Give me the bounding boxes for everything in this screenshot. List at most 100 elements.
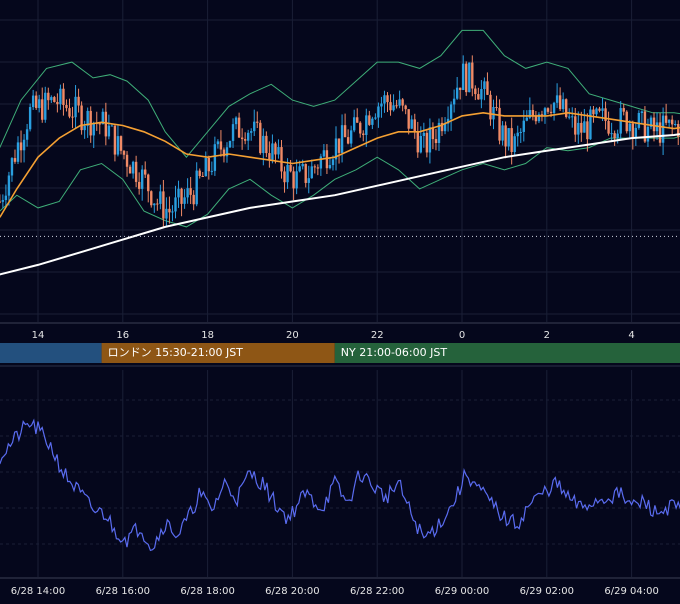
candle bbox=[189, 188, 192, 195]
candle bbox=[356, 117, 359, 123]
candle bbox=[210, 170, 214, 172]
candle bbox=[116, 136, 120, 155]
candle bbox=[474, 88, 477, 95]
candle bbox=[7, 175, 11, 196]
candle bbox=[395, 105, 398, 107]
candle bbox=[631, 123, 635, 138]
price-x-tick-label: 18 bbox=[201, 330, 214, 341]
candle bbox=[504, 125, 507, 147]
candle bbox=[140, 169, 144, 189]
candle bbox=[592, 109, 595, 115]
candle bbox=[41, 99, 44, 120]
candle bbox=[628, 123, 631, 132]
candle bbox=[634, 127, 638, 138]
candle bbox=[128, 166, 132, 174]
candle bbox=[256, 121, 259, 123]
candle bbox=[510, 128, 513, 153]
candle bbox=[307, 178, 310, 183]
candle bbox=[577, 122, 580, 135]
candle bbox=[319, 156, 323, 169]
price-x-tick-label: 14 bbox=[32, 330, 45, 341]
candle bbox=[458, 87, 462, 90]
candle bbox=[77, 96, 80, 106]
candle bbox=[374, 117, 377, 119]
candle bbox=[331, 159, 335, 166]
candle bbox=[371, 118, 374, 125]
candle bbox=[74, 96, 77, 118]
candle bbox=[286, 164, 289, 183]
candle bbox=[483, 81, 486, 90]
candle bbox=[213, 144, 217, 171]
candle bbox=[522, 120, 525, 132]
candle bbox=[486, 81, 489, 95]
candle bbox=[253, 121, 256, 132]
candle bbox=[568, 116, 571, 118]
candle bbox=[401, 99, 404, 106]
candle bbox=[22, 139, 26, 151]
candle bbox=[107, 125, 111, 137]
candle bbox=[477, 94, 480, 100]
candle bbox=[125, 154, 129, 167]
candle bbox=[346, 137, 350, 144]
candle bbox=[471, 62, 474, 89]
candle bbox=[362, 133, 365, 135]
time-tick-label: 6/28 16:00 bbox=[96, 586, 150, 597]
candle bbox=[1, 200, 5, 202]
candle bbox=[153, 203, 156, 206]
candle bbox=[525, 117, 529, 121]
candle bbox=[122, 150, 126, 155]
candle bbox=[574, 116, 577, 135]
candle bbox=[231, 124, 235, 141]
chart-root: 14 16 18 20 22 0 2 4 6/28 14:00 6/28 16:00 6/28 1… bbox=[0, 0, 680, 600]
candle bbox=[507, 128, 510, 147]
candle bbox=[652, 117, 656, 132]
candle bbox=[322, 150, 326, 157]
candle bbox=[589, 109, 592, 140]
candle bbox=[240, 137, 244, 140]
candle bbox=[313, 166, 317, 168]
candle bbox=[180, 188, 183, 204]
candle bbox=[310, 166, 313, 179]
candle bbox=[156, 203, 159, 205]
candle bbox=[283, 171, 286, 183]
candle bbox=[449, 104, 453, 119]
candle bbox=[65, 104, 68, 109]
candle bbox=[637, 113, 641, 128]
candle bbox=[674, 124, 677, 126]
candle bbox=[377, 106, 380, 118]
candle bbox=[422, 132, 426, 136]
candle bbox=[465, 63, 468, 93]
candle bbox=[531, 110, 535, 116]
candle bbox=[237, 117, 241, 138]
candle bbox=[410, 119, 413, 129]
candle bbox=[616, 133, 619, 139]
candle bbox=[144, 169, 147, 175]
candle bbox=[380, 103, 383, 107]
price-x-tick-label: 2 bbox=[544, 330, 550, 341]
candle bbox=[595, 108, 598, 115]
time-tick-label: 6/28 20:00 bbox=[265, 586, 319, 597]
candle bbox=[501, 125, 504, 141]
candle bbox=[543, 108, 547, 116]
price-x-tick-label: 22 bbox=[371, 330, 384, 341]
candle bbox=[201, 176, 204, 178]
candle bbox=[404, 105, 407, 110]
candle bbox=[174, 197, 177, 212]
candle bbox=[271, 143, 274, 160]
candle bbox=[53, 97, 56, 102]
candle bbox=[613, 133, 616, 139]
candle bbox=[586, 121, 589, 140]
candle bbox=[56, 101, 59, 105]
candle bbox=[10, 158, 14, 176]
candle bbox=[246, 132, 250, 141]
price-x-tick-label: 4 bbox=[628, 330, 634, 341]
candle bbox=[137, 181, 141, 189]
candle bbox=[407, 109, 410, 129]
candle bbox=[243, 139, 247, 141]
candle bbox=[44, 92, 47, 120]
candle bbox=[147, 174, 150, 192]
candle bbox=[434, 139, 438, 144]
candle bbox=[198, 170, 201, 177]
session-label bbox=[0, 343, 102, 363]
candle bbox=[552, 102, 556, 113]
